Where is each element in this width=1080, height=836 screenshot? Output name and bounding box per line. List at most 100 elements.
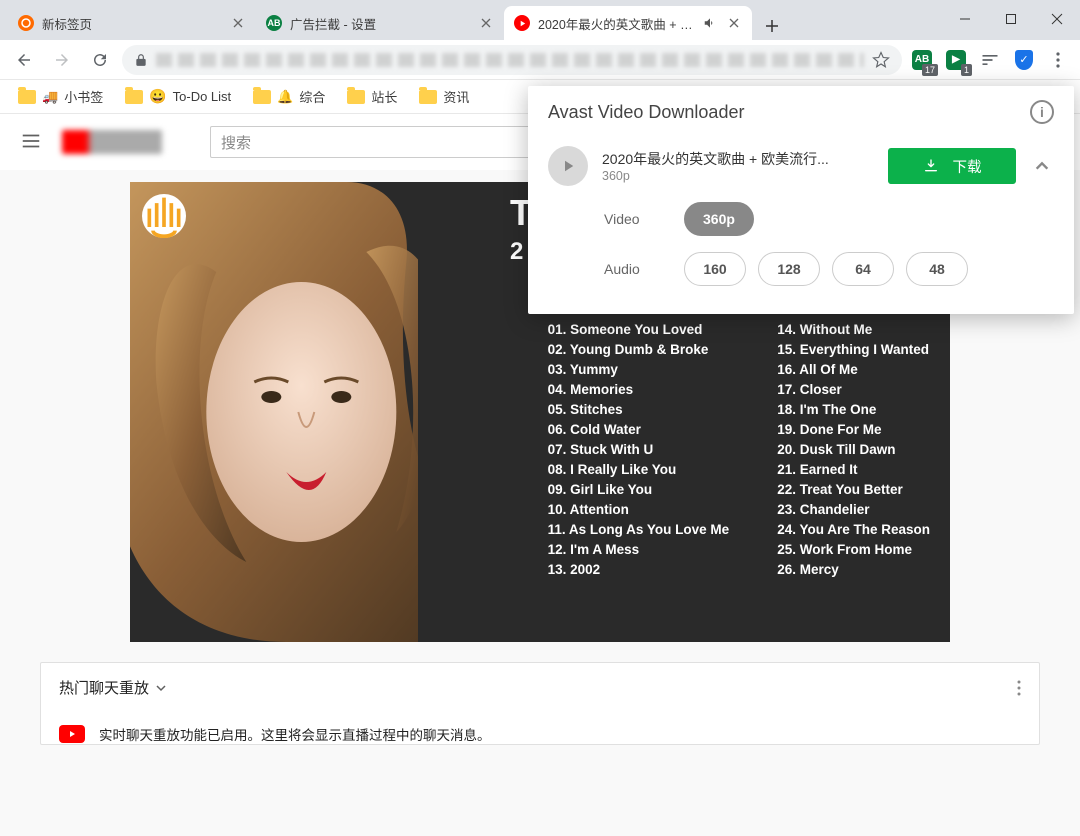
ext-shield-icon[interactable]: ✓	[1010, 46, 1038, 74]
browser-tab[interactable]: 新标签页	[8, 6, 256, 40]
close-window-button[interactable]	[1034, 3, 1080, 35]
download-label: 下载	[953, 156, 982, 177]
tab-favicon	[514, 15, 530, 31]
tab-title: 2020年最火的英文歌曲 + 欧...	[538, 14, 694, 33]
back-button[interactable]	[8, 44, 40, 76]
track-item: 23. Chandelier	[777, 502, 930, 517]
track-item: 08. I Really Like You	[548, 462, 730, 477]
bookmark-star-button[interactable]	[872, 51, 890, 69]
track-item: 21. Earned It	[777, 462, 930, 477]
track-item: 11. As Long As You Love Me	[548, 522, 730, 537]
track-item: 10. Attention	[548, 502, 730, 517]
bell-icon: 🔔	[277, 89, 293, 105]
chat-header[interactable]: 热门聊天重放	[41, 663, 1039, 712]
audio-options-row: Audio 160 128 64 48	[528, 242, 1074, 292]
video-label: Video	[604, 211, 664, 227]
site-logo[interactable]	[62, 130, 162, 154]
ext-badge: 1	[961, 64, 972, 76]
folder-icon	[253, 90, 271, 104]
download-button[interactable]: 下载	[888, 148, 1016, 184]
track-item: 05. Stitches	[548, 402, 730, 417]
tab-close-button[interactable]	[478, 15, 494, 31]
maximize-button[interactable]	[988, 3, 1034, 35]
tab-favicon	[18, 15, 34, 31]
media-thumb-icon	[548, 146, 588, 186]
tab-mute-icon[interactable]	[702, 15, 718, 31]
video-quality-option[interactable]: 360p	[684, 202, 754, 236]
track-item: 20. Dusk Till Dawn	[777, 442, 930, 457]
ext-adblock-icon[interactable]: AB17	[908, 46, 936, 74]
track-item: 09. Girl Like You	[548, 482, 730, 497]
tab-favicon: AB	[266, 15, 282, 31]
tab-title: 新标签页	[42, 14, 222, 33]
popup-title: Avast Video Downloader	[548, 102, 744, 123]
media-item: 2020年最火的英文歌曲 + 欧美流行... 360p 下载	[528, 132, 1074, 192]
browser-toolbar: AB17 ▶1 ✓	[0, 40, 1080, 80]
truck-icon: 🚚	[42, 89, 58, 105]
hamburger-button[interactable]	[20, 130, 44, 154]
channel-badge	[142, 194, 186, 238]
track-item: 14. Without Me	[777, 322, 930, 337]
ext-badge: 17	[922, 64, 938, 76]
chat-menu-button[interactable]	[1017, 680, 1021, 696]
tab-title: 广告拦截 - 设置	[290, 14, 470, 33]
audio-quality-option[interactable]: 128	[758, 252, 820, 286]
track-item: 16. All Of Me	[777, 362, 930, 377]
track-item: 25. Work From Home	[777, 542, 930, 557]
video-options-row: Video 360p	[528, 192, 1074, 242]
bookmark-label: 资讯	[443, 87, 469, 106]
bookmark-item[interactable]: 🔔综合	[245, 83, 333, 110]
track-item: 02. Young Dumb & Broke	[548, 342, 730, 357]
bookmark-item[interactable]: 🚚 小书签	[10, 83, 111, 110]
collapse-button[interactable]	[1030, 158, 1054, 174]
bookmark-label: To-Do List	[173, 89, 232, 104]
browser-tab[interactable]: AB 广告拦截 - 设置	[256, 6, 504, 40]
bookmark-item[interactable]: 😀 To-Do List	[117, 84, 239, 109]
bookmark-item[interactable]: 资讯	[411, 83, 477, 110]
audio-quality-option[interactable]: 48	[906, 252, 968, 286]
track-item: 01. Someone You Loved	[548, 322, 730, 337]
folder-icon	[125, 90, 143, 104]
info-button[interactable]: i	[1030, 100, 1054, 124]
forward-button[interactable]	[46, 44, 78, 76]
minimize-button[interactable]	[942, 3, 988, 35]
download-icon	[923, 158, 939, 174]
bookmark-item[interactable]: 站长	[339, 83, 405, 110]
track-item: 03. Yummy	[548, 362, 730, 377]
downloader-popup: Avast Video Downloader i 2020年最火的英文歌曲 + …	[528, 86, 1074, 314]
media-subtitle: 360p	[602, 169, 874, 183]
tab-close-button[interactable]	[726, 15, 742, 31]
folder-icon	[347, 90, 365, 104]
track-item: 18. I'm The One	[777, 402, 930, 417]
browser-tab[interactable]: 2020年最火的英文歌曲 + 欧...	[504, 6, 752, 40]
bookmark-label: 小书签	[64, 87, 103, 106]
track-item: 15. Everything I Wanted	[777, 342, 930, 357]
track-item: 13. 2002	[548, 562, 730, 577]
reload-button[interactable]	[84, 44, 116, 76]
ext-music-icon[interactable]	[976, 46, 1004, 74]
youtube-icon	[59, 725, 85, 743]
chat-header-label: 热门聊天重放	[59, 677, 149, 698]
audio-label: Audio	[604, 261, 664, 277]
url-blurred	[156, 53, 864, 67]
ext-video-icon[interactable]: ▶1	[942, 46, 970, 74]
lock-icon	[134, 53, 148, 67]
track-item: 22. Treat You Better	[777, 482, 930, 497]
track-item: 07. Stuck With U	[548, 442, 730, 457]
browser-menu-button[interactable]	[1044, 44, 1072, 76]
tab-close-button[interactable]	[230, 15, 246, 31]
thumbnail-portrait	[130, 182, 418, 642]
audio-quality-option[interactable]: 64	[832, 252, 894, 286]
folder-icon	[419, 90, 437, 104]
smile-icon: 😀	[149, 88, 166, 105]
address-bar[interactable]	[122, 45, 902, 75]
audio-quality-option[interactable]: 160	[684, 252, 746, 286]
new-tab-button[interactable]	[758, 12, 786, 40]
track-item: 12. I'm A Mess	[548, 542, 730, 557]
chevron-down-icon	[155, 682, 167, 694]
chat-message: 实时聊天重放功能已启用。这里将会显示直播过程中的聊天消息。	[99, 724, 491, 744]
track-item: 17. Closer	[777, 382, 930, 397]
track-item: 04. Memories	[548, 382, 730, 397]
track-item: 26. Mercy	[777, 562, 930, 577]
window-controls	[942, 0, 1080, 38]
